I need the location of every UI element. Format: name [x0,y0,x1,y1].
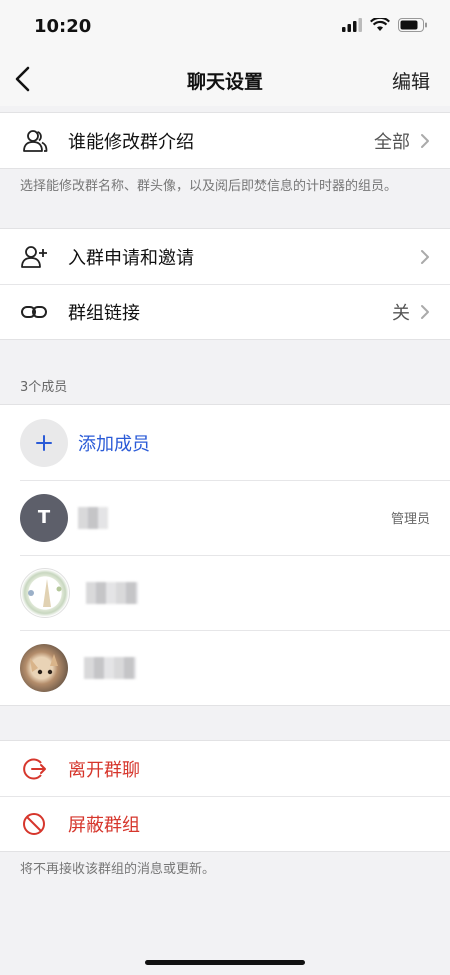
add-member-label: 添加成员 [78,433,150,455]
members-header: 3个成员 [20,380,68,395]
users-icon [20,127,48,155]
chevron-right-icon [421,133,429,148]
who-can-edit-info-label: 谁能修改群介绍 [68,131,194,153]
group-info-section: 谁能修改群介绍 全部 [0,112,450,169]
leave-icon [20,755,48,783]
member-row[interactable]: T 管理员 [0,480,450,555]
chevron-right-icon [421,304,429,319]
admin-badge: 管理员 [390,512,430,527]
status-time: 10:20 [34,16,92,37]
wifi-icon [370,18,390,31]
group-link-value: 关 [392,302,410,324]
add-member-row[interactable]: 添加成员 [0,405,450,480]
invite-section: 入群申请和邀请 群组链接 关 [0,228,450,340]
group-link-label: 群组链接 [68,302,140,324]
page-title: 聊天设置 [186,71,263,93]
avatar [20,567,70,618]
group-info-note: 选择能修改群名称、群头像，以及阅后即焚信息的计时器的组员。 [20,179,398,194]
leave-group-label: 离开群聊 [68,759,140,781]
avatar: T [20,493,68,542]
battery-icon [398,18,427,32]
join-requests-row[interactable]: 入群申请和邀请 [0,229,450,284]
join-requests-label: 入群申请和邀请 [68,247,194,269]
members-section: 添加成员 T 管理员 [0,404,450,706]
who-can-edit-info-row[interactable]: 谁能修改群介绍 全部 [0,113,450,168]
who-can-edit-info-value: 全部 [374,131,410,153]
member-name-redacted [78,506,108,529]
leave-group-row[interactable]: 离开群聊 [0,741,450,796]
member-row[interactable] [0,630,450,705]
member-name-redacted [84,656,136,679]
block-group-label: 屏蔽群组 [68,814,140,836]
edit-button[interactable]: 编辑 [392,67,430,94]
block-note: 将不再接收该群组的消息或更新。 [20,862,216,877]
member-name-redacted [86,581,138,604]
add-user-icon [20,243,48,271]
block-icon [20,810,48,838]
group-link-row[interactable]: 群组链接 关 [0,284,450,339]
status-icons [342,18,428,32]
status-bar: 10:20 [0,0,450,54]
add-member-avatar [20,418,68,467]
avatar [20,643,68,692]
home-indicator [145,960,305,965]
member-row[interactable] [0,555,450,630]
plus-icon [36,434,52,451]
cellular-signal-icon [342,18,362,32]
actions-section: 离开群聊 屏蔽群组 [0,740,450,852]
nav-bar: 聊天设置 编辑 [0,54,450,106]
block-group-row[interactable]: 屏蔽群组 [0,796,450,851]
chevron-right-icon [421,249,429,264]
link-icon [20,298,48,326]
